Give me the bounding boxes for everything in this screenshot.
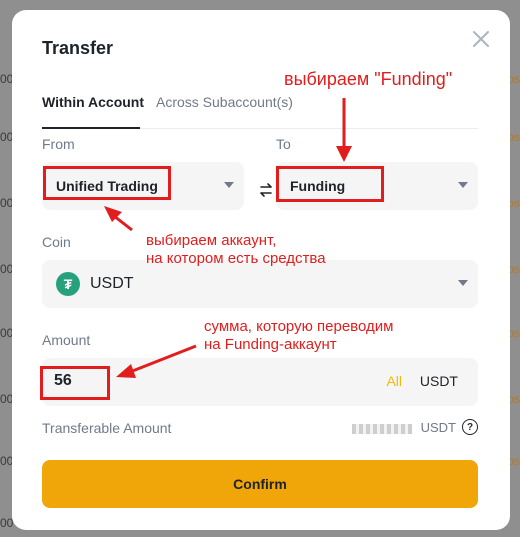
arrow-to-from-field — [113, 214, 133, 232]
arrowhead-to — [336, 146, 352, 162]
arrow-to-amount — [129, 344, 197, 374]
annotation-arrows — [104, 98, 352, 378]
arrowhead-amount — [116, 364, 136, 378]
